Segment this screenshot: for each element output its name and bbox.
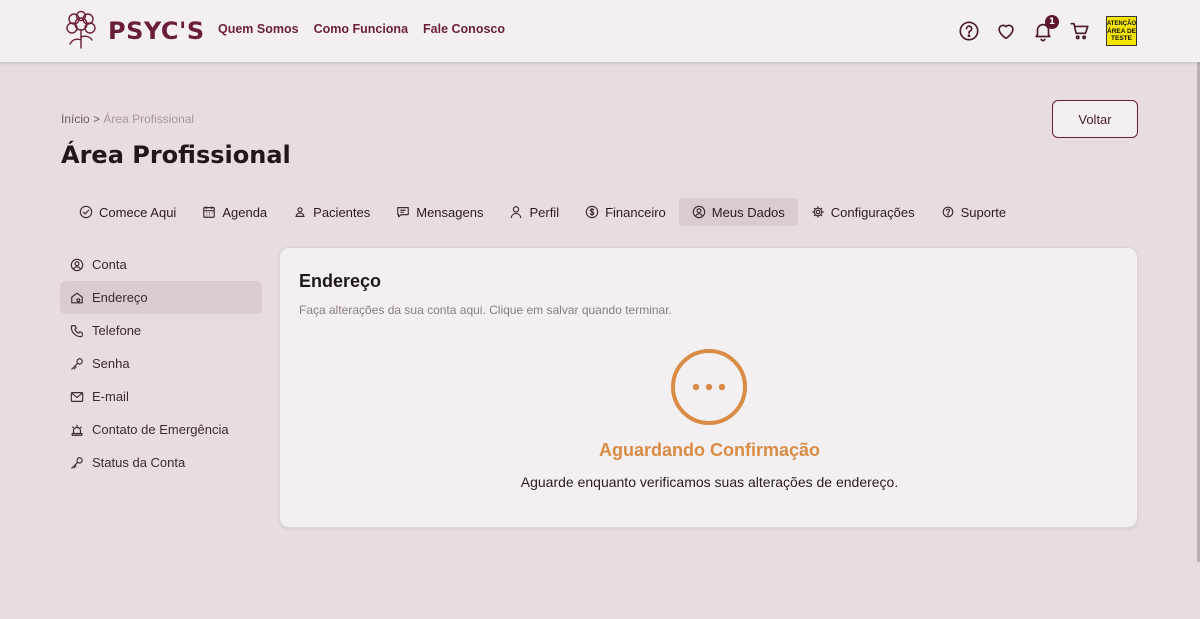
tab-agenda[interactable]: Agenda <box>189 198 280 226</box>
siren-icon <box>71 424 83 436</box>
tab-perfil[interactable]: Perfil <box>496 198 572 226</box>
sidemenu-item-label: Senha <box>92 356 130 371</box>
sidemenu-item-label: Contato de Emergência <box>92 422 229 437</box>
calendar-icon <box>203 206 216 218</box>
notification-count-badge: 1 <box>1045 15 1059 29</box>
card-title: Endereço <box>299 271 382 291</box>
test-badge-line1: ATENÇÃO <box>1106 20 1137 27</box>
help-circle-icon <box>959 21 979 41</box>
sidemenu-item-email[interactable]: E-mail <box>60 380 262 413</box>
sidemenu-item-endereco[interactable]: Endereço <box>60 281 262 314</box>
sidemenu-item-senha[interactable]: Senha <box>60 347 262 380</box>
test-badge-line3: TESTE <box>1111 34 1132 42</box>
breadcrumb-separator: > <box>93 112 101 126</box>
brand-logo[interactable]: PSYC'S <box>60 8 205 54</box>
check-circle-icon <box>79 205 93 219</box>
gear-icon <box>811 206 824 218</box>
tab-pacientes[interactable]: Pacientes <box>280 198 383 226</box>
mail-icon <box>70 391 84 402</box>
sidemenu-item-status-conta[interactable]: Status da Conta <box>60 446 262 479</box>
favorites-button[interactable] <box>995 20 1017 42</box>
message-icon <box>397 207 410 218</box>
tab-label: Pacientes <box>313 204 371 220</box>
page-title: Área Profissional <box>61 141 291 169</box>
breadcrumb-home[interactable]: Início <box>61 112 90 126</box>
header-actions: 1 ATENÇÃO ÁREA DE TESTE <box>958 15 1137 46</box>
test-area-badge: ATENÇÃO ÁREA DE TESTE <box>1106 16 1137 46</box>
sidemenu-item-label: E-mail <box>92 389 129 404</box>
main-tabs: Comece Aqui Agenda Pacientes Mensagens P… <box>66 198 1019 226</box>
notifications-button[interactable]: 1 <box>1032 15 1059 42</box>
settings-sidemenu: Conta Endereço Telefone Senha E-mail Con… <box>60 248 262 479</box>
dollar-icon <box>585 205 599 219</box>
tab-financeiro[interactable]: Financeiro <box>572 198 679 226</box>
profile-icon <box>511 206 522 219</box>
status-message: Aguarde enquanto verificamos suas altera… <box>520 474 899 490</box>
user-icon <box>295 207 305 217</box>
tab-meus-dados[interactable]: Meus Dados <box>678 198 798 226</box>
test-badge-line2: ÁREA DE <box>1107 27 1137 35</box>
top-header: PSYC'S Quem Somos Como Funciona Fale Con… <box>0 0 1200 62</box>
tab-label: Suporte <box>960 204 1007 220</box>
tab-suporte[interactable]: Suporte <box>928 198 1020 226</box>
nav-como-funciona[interactable]: Como Funciona <box>314 22 408 36</box>
help-icon <box>942 206 953 218</box>
sidemenu-item-label: Conta <box>92 257 127 272</box>
status-title: Aguardando Confirmação <box>598 440 821 460</box>
sidemenu-item-telefone[interactable]: Telefone <box>60 314 262 347</box>
brand-name: PSYC'S <box>108 17 205 45</box>
phone-icon <box>70 324 83 337</box>
sidemenu-item-label: Endereço <box>92 290 148 305</box>
key-icon <box>71 357 83 370</box>
pending-status-icon <box>671 349 747 425</box>
sidemenu-item-contato-emergencia[interactable]: Contato de Emergência <box>60 413 262 446</box>
key-icon <box>71 456 83 469</box>
sidemenu-item-label: Telefone <box>92 323 142 338</box>
card-subtitle: Faça alterações da sua conta aqui. Cliqu… <box>299 303 672 317</box>
tab-label: Mensagens <box>416 204 484 220</box>
breadcrumb: Início > Área Profissional <box>61 112 194 126</box>
nav-quem-somos[interactable]: Quem Somos <box>218 22 299 36</box>
user-circle-icon <box>692 205 706 219</box>
cart-button[interactable] <box>1069 20 1091 42</box>
tab-comece-aqui[interactable]: Comece Aqui <box>66 198 189 226</box>
address-card: Endereço Faça alterações da sua conta aq… <box>279 247 1138 528</box>
sidemenu-item-label: Status da Conta <box>92 455 186 470</box>
top-nav: Quem Somos Como Funciona Fale Conosco <box>218 22 505 36</box>
back-button[interactable]: Voltar <box>1052 100 1138 138</box>
sidemenu-item-conta[interactable]: Conta <box>60 248 262 281</box>
tab-label: Agenda <box>222 204 268 220</box>
tab-mensagens[interactable]: Mensagens <box>383 198 496 226</box>
home-icon <box>71 292 83 303</box>
breadcrumb-current: Área Profissional <box>103 112 195 126</box>
tab-label: Comece Aqui <box>99 204 177 220</box>
nav-fale-conosco[interactable]: Fale Conosco <box>423 22 505 36</box>
tab-label: Perfil <box>529 204 560 220</box>
tab-configuracoes[interactable]: Configurações <box>798 198 928 226</box>
flower-logo-icon <box>66 10 96 49</box>
user-circle-icon <box>70 258 84 271</box>
heart-icon <box>998 24 1014 40</box>
tab-label: Configurações <box>830 204 915 220</box>
help-button[interactable] <box>958 20 980 42</box>
cart-icon <box>1070 22 1089 40</box>
tab-label: Meus Dados <box>711 204 785 220</box>
tab-label: Financeiro <box>605 204 666 220</box>
